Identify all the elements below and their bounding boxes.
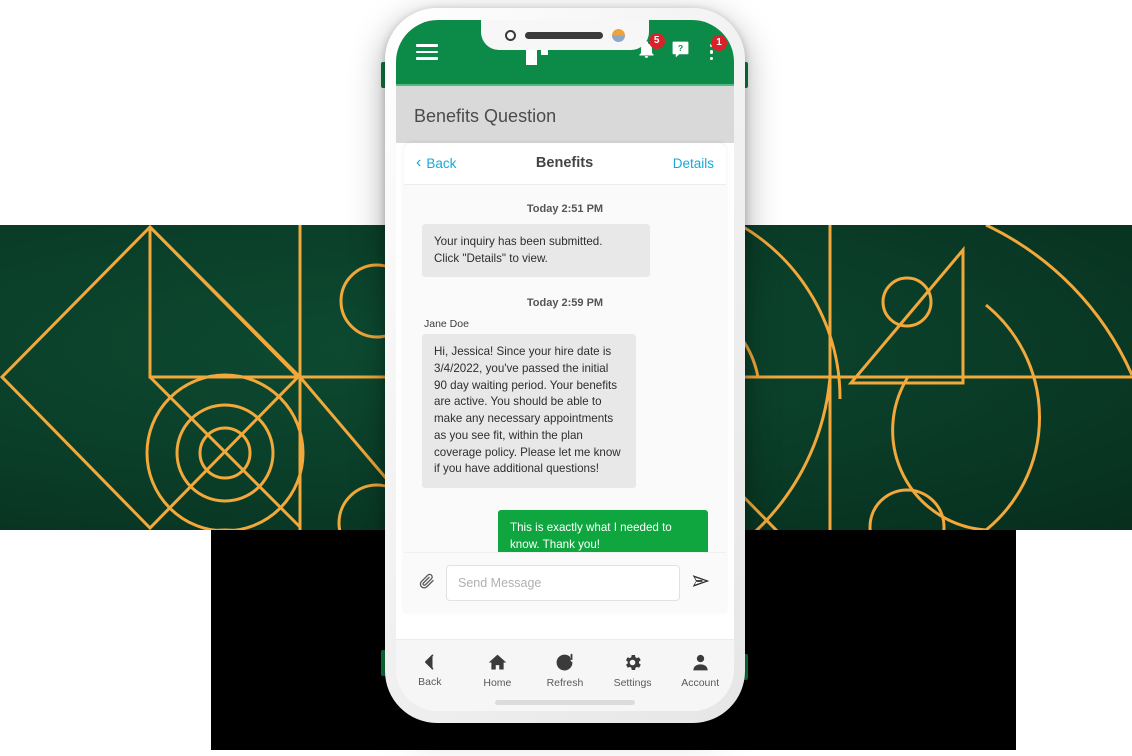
home-indicator-bar	[495, 700, 635, 705]
chat-back-label: Back	[426, 155, 457, 171]
page-title-bar: Benefits Question	[396, 86, 734, 143]
nav-label: Home	[483, 677, 512, 689]
help-question-icon[interactable]: ?	[671, 40, 690, 64]
svg-text:?: ?	[677, 43, 682, 53]
bottom-navigation: Back Home Refresh Settings Account	[396, 639, 734, 711]
phone-screen: 5 ? 1 Benefits Question ‹ Back Benefits …	[396, 20, 734, 711]
chat-bubble-incoming: Your inquiry has been submitted. Click "…	[422, 224, 650, 278]
proximity-sensor-icon	[612, 28, 625, 42]
chevron-left-icon: ‹	[416, 154, 422, 171]
home-icon	[488, 654, 507, 670]
hamburger-menu-icon[interactable]	[412, 40, 442, 64]
chat-card: ‹ Back Benefits Details Today 2:51 PM Yo…	[404, 143, 726, 613]
phone-notch	[481, 20, 649, 50]
chat-details-button[interactable]: Details	[673, 156, 714, 171]
nav-item-refresh[interactable]: Refresh	[535, 652, 595, 689]
nav-label: Refresh	[546, 677, 584, 689]
chat-message-list[interactable]: Today 2:51 PM Your inquiry has been subm…	[404, 185, 726, 552]
chat-row-outgoing: This is exactly what I needed to know. T…	[422, 509, 708, 552]
kebab-menu-icon[interactable]: 1	[705, 34, 727, 62]
nav-item-back[interactable]: Back	[400, 652, 460, 688]
nav-item-account[interactable]: Account	[670, 652, 730, 689]
nav-item-home[interactable]: Home	[467, 652, 527, 689]
chat-title: Benefits	[535, 155, 594, 171]
chat-back-button[interactable]: ‹ Back	[416, 155, 456, 171]
nav-label: Settings	[613, 677, 652, 689]
message-timestamp: Today 2:59 PM	[526, 297, 604, 310]
page-title: Benefits Question	[414, 106, 557, 126]
message-sender-name: Jane Doe	[424, 318, 469, 331]
screenshot-root: 5 ? 1 Benefits Question ‹ Back Benefits …	[0, 0, 1132, 756]
phone-device: 5 ? 1 Benefits Question ‹ Back Benefits …	[385, 8, 745, 723]
overflow-badge: 1	[711, 34, 727, 51]
message-composer	[404, 552, 726, 613]
nav-label: Account	[681, 677, 720, 689]
paperclip-icon[interactable]	[418, 572, 436, 595]
notification-badge: 5	[648, 32, 665, 49]
chat-bubble-incoming: Hi, Jessica! Since your hire date is 3/4…	[422, 334, 636, 488]
chat-bubble-outgoing: This is exactly what I needed to know. T…	[498, 509, 708, 552]
chat-topbar: ‹ Back Benefits Details	[404, 143, 726, 185]
nav-label: Back	[418, 676, 442, 688]
camera-dot-icon	[505, 29, 516, 41]
message-line: Your inquiry has been submitted.	[434, 235, 603, 248]
earpiece-speaker-icon	[525, 31, 603, 39]
chevron-left-icon	[424, 654, 434, 670]
person-icon	[692, 654, 708, 671]
send-paper-plane-icon[interactable]	[690, 571, 712, 596]
header-actions: 5 ? 1	[637, 32, 727, 65]
gear-icon	[626, 654, 641, 671]
nav-item-settings[interactable]: Settings	[603, 652, 663, 689]
message-line: Click "Details" to view.	[434, 251, 548, 265]
refresh-icon	[557, 653, 573, 671]
message-input[interactable]	[446, 565, 680, 601]
message-timestamp: Today 2:51 PM	[526, 203, 604, 215]
